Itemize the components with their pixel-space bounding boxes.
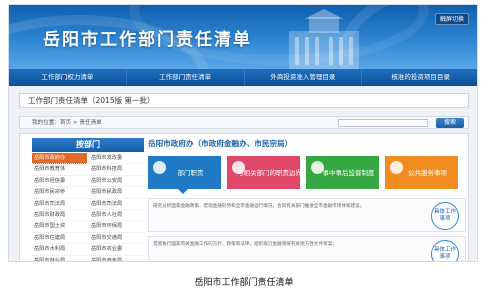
card-label: 公共服务事项 — [408, 168, 447, 177]
breadcrumb: 我的位置：首页 > 责任清单 — [32, 120, 102, 126]
sidebar-department-item[interactable]: 岳阳市经信委 — [32, 176, 87, 188]
nav-item-investment-projects[interactable]: 核准的投资项目目录 — [362, 69, 477, 86]
card-department-duties[interactable]: 部门职责 — [148, 156, 221, 189]
breadcrumb-row: 我的位置：首页 > 责任清单 搜索 — [19, 116, 469, 129]
duty-cards: 部门职责 与相关部门的职责边界 事中事后监督制度 公共服务事项 — [148, 156, 466, 194]
sidebar-department-item[interactable]: 岳阳市环保局 — [89, 221, 144, 233]
sidebar-department-item[interactable]: 岳阳市商务局 — [89, 256, 144, 261]
sidebar-department-item[interactable]: 岳阳市司法局 — [32, 199, 87, 210]
sidebar-department-item[interactable]: 岳阳市交通局 — [89, 233, 144, 245]
card-duty-boundaries[interactable]: 与相关部门的职责边界 — [227, 156, 302, 189]
department-sidebar: 按部门 岳阳市政府办 岳阳市发改委 岳阳市教育体 岳阳市科技局 岳阳市经信委 岳阳市公安局… — [32, 138, 144, 261]
document-icon — [153, 161, 166, 174]
nav-item-power-list[interactable]: 工作部门权力清单 — [9, 69, 127, 86]
list-title: 工作部门责任清单（2015版 第一批） — [19, 93, 469, 108]
mobile-switch-button[interactable]: 触屏切换 — [434, 13, 469, 25]
image-caption: 岳阳市工作部门责任清单 — [194, 278, 294, 288]
sidebar-department-item[interactable]: 岳阳市科技局 — [89, 164, 144, 176]
sidebar-department-item[interactable]: 岳阳市住建局 — [32, 233, 87, 245]
duty-text: 研究分析国家金融政策、宏观金融形势和全市金融运行情况，会同有关部门推进全市金融市… — [153, 204, 365, 209]
active-card-pointer — [178, 189, 188, 194]
sidebar-department-item[interactable]: 岳阳市教育体 — [32, 164, 87, 176]
main-nav: 工作部门权力清单 工作部门责任清单 外商投资准入管理目录 核准的投资项目目录 — [9, 69, 477, 86]
nav-item-responsibility-list[interactable]: 工作部门责任清单 — [127, 69, 245, 86]
card-label: 部门职责 — [177, 168, 204, 177]
sidebar-department-item[interactable]: 岳阳市水利局 — [32, 244, 87, 256]
site-screenshot: 岳阳市工作部门责任清单 触屏切换 工作部门权力清单 工作部门责任清单 外商投资准… — [8, 4, 478, 262]
sidebar-department-item[interactable]: 岳阳市司法局 — [89, 199, 144, 210]
card-public-services[interactable]: 公共服务事项 — [385, 156, 458, 189]
sidebar-department-item[interactable]: 岳阳市民宗侨 — [32, 187, 87, 199]
sidebar-department-item[interactable]: 岳阳市民政局 — [89, 187, 144, 199]
card-label: 事中事后监督制度 — [322, 168, 375, 177]
sidebar-department-item[interactable]: 岳阳市人社局 — [89, 210, 144, 222]
card-supervision-system[interactable]: 事中事后监督制度 — [306, 156, 379, 189]
sidebar-department-item[interactable]: 岳阳市政府办 — [32, 153, 87, 165]
search-input[interactable] — [338, 119, 428, 127]
building-icon — [289, 9, 359, 69]
card-label: 与相关部门的职责边界 — [237, 168, 302, 177]
sidebar-department-item[interactable]: 岳阳市公安局 — [89, 176, 144, 188]
department-list: 岳阳市政府办 岳阳市发改委 岳阳市教育体 岳阳市科技局 岳阳市经信委 岳阳市公安局 岳阳市民… — [32, 152, 144, 261]
department-name: 岳阳市政府办（市政府金融办、市民宗局） — [148, 139, 293, 148]
duty-text: 贯彻执行国家有关金融工作的方针、政策和法律，组织拟订金融领域有关地方性文件草案； — [153, 242, 337, 247]
sidebar-department-item[interactable]: 岳阳市农业委 — [89, 244, 144, 256]
search-button[interactable]: 搜索 — [436, 118, 464, 128]
site-title: 岳阳市工作部门责任清单 — [43, 30, 252, 50]
sidebar-department-item[interactable]: 岳阳市财政局 — [32, 210, 87, 222]
sidebar-department-item[interactable]: 岳阳市林业局 — [32, 256, 87, 261]
sidebar-heading: 按部门 — [32, 138, 144, 152]
main-content-frame: 按部门 岳阳市政府办 岳阳市发改委 岳阳市教育体 岳阳市科技局 岳阳市经信委 岳阳市公安局… — [19, 133, 469, 261]
sidebar-department-item[interactable]: 岳阳市国土资 — [32, 221, 87, 233]
specific-tasks-button[interactable]: 具体工作事项 — [431, 240, 459, 261]
duty-item: 贯彻执行国家有关金融工作的方针、政策和法律，组织拟订金融领域有关地方性文件草案；… — [148, 236, 466, 261]
department-content: 岳阳市政府办（市政府金融办、市民宗局） 部门职责 与相关部门的职责边界 事中事后… — [148, 138, 466, 261]
heart-icon — [390, 161, 403, 174]
nav-item-foreign-investment[interactable]: 外商投资准入管理目录 — [245, 69, 363, 86]
sidebar-department-item[interactable]: 岳阳市发改委 — [89, 153, 144, 165]
duty-item: 研究分析国家金融政策、宏观金融形势和全市金融运行情况，会同有关部门推进全市金融市… — [148, 198, 466, 232]
specific-tasks-button[interactable]: 具体工作事项 — [431, 202, 459, 230]
site-banner: 岳阳市工作部门责任清单 触屏切换 — [9, 5, 477, 69]
